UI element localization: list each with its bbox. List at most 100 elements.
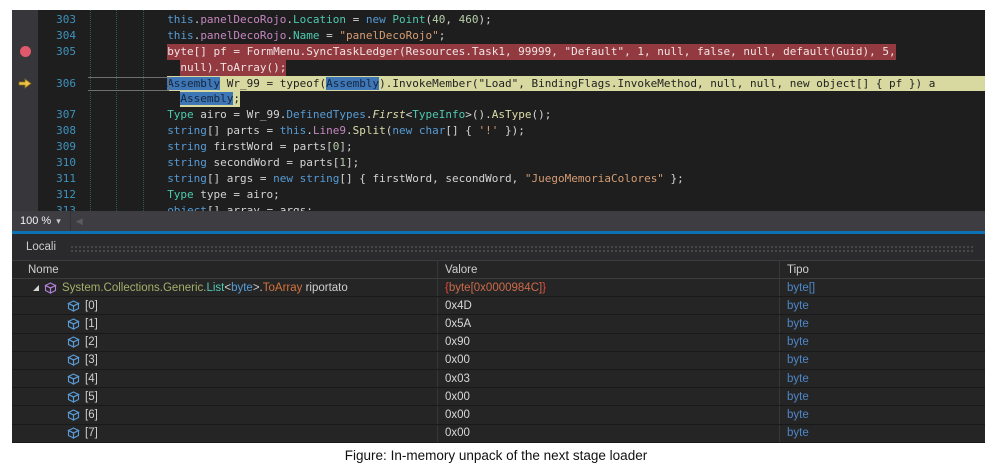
name-cell[interactable]: [5] [12,388,438,405]
horizontal-scrollbar[interactable]: ◀ [70,211,985,231]
code-editor[interactable]: 303this.panelDecoRojo.Location = new Poi… [12,10,985,211]
editor-zoom-bar: 100 % ▾ ◀ [12,211,985,234]
line-number: 309 [38,139,88,155]
cube-blue-icon [67,318,85,330]
line-number [38,60,88,76]
locals-titlebar[interactable]: Locali [12,234,985,260]
code-line-311[interactable]: 311string[] args = new string[] { firstW… [12,171,985,187]
gutter-space [12,139,38,155]
code-line-306[interactable]: 306Assembly Wr_99 = typeof(Assembly).Inv… [12,76,985,92]
value-cell[interactable]: 0x00 [438,425,780,442]
value-cell[interactable]: 0x00 [438,388,780,405]
arrow-icon[interactable] [12,76,38,92]
locals-row-0[interactable]: System.Collections.Generic.List<byte>.To… [12,279,985,297]
scroll-left-icon[interactable]: ◀ [71,216,83,227]
code-line-303[interactable]: 303this.panelDecoRojo.Location = new Poi… [12,12,985,28]
code-line-312[interactable]: 312Type type = airo; [12,187,985,203]
value-cell[interactable]: 0x00 [438,352,780,369]
code-line-304[interactable]: 304this.panelDecoRojo.Name = "panelDecoR… [12,28,985,44]
line-number: 313 [38,203,88,211]
type-cell: byte [780,334,985,351]
line-number: 307 [38,107,88,123]
value-cell[interactable]: 0x03 [438,370,780,387]
column-header-nome[interactable]: Nome [12,261,438,278]
zoom-level-select[interactable]: 100 % ▾ [12,211,70,231]
type-cell: byte [780,425,985,442]
locals-row-4[interactable]: [3]0x00byte [12,352,985,370]
locals-table-header: Nome Valore Tipo [12,260,985,279]
zoom-level-value: 100 % [20,215,51,227]
expander-icon[interactable] [28,283,44,293]
gutter-space [12,155,38,171]
name-cell[interactable]: [4] [12,370,438,387]
statement-outline-box [88,77,169,91]
code-line-308[interactable]: 308string[] parts = this.Line9.Split(new… [12,123,985,139]
value-cell[interactable]: 0x00 [438,406,780,423]
code-line-313[interactable]: 313object[] array = args; [12,203,985,211]
type-cell: byte [780,297,985,314]
name-cell[interactable]: [7] [12,425,438,442]
line-number: 304 [38,28,88,44]
type-cell: byte [780,388,985,405]
cube-blue-icon [67,427,85,439]
code-line-307[interactable]: 307Type airo = Wr_99.DefinedTypes.First<… [12,107,985,123]
type-cell: byte [780,406,985,423]
locals-row-5[interactable]: [4]0x03byte [12,370,985,388]
gutter-space [12,107,38,123]
locals-row-6[interactable]: [5]0x00byte [12,388,985,406]
name-cell[interactable]: [2] [12,334,438,351]
line-number: 312 [38,187,88,203]
cube-blue-icon [67,354,85,366]
titlebar-drag-dots [70,245,975,253]
code-line-wrap[interactable]: null).ToArray(); [12,60,985,76]
name-cell[interactable]: [3] [12,352,438,369]
value-cell[interactable]: 0x4D [438,297,780,314]
line-number: 303 [38,12,88,28]
value-cell[interactable]: {byte[0x0000984C]} [438,279,780,296]
type-cell: byte[] [780,279,985,296]
code-line-wrap[interactable]: Assembly; [12,91,985,107]
name-cell[interactable]: System.Collections.Generic.List<byte>.To… [12,279,438,296]
value-cell[interactable]: 0x5A [438,315,780,332]
locals-title-label: Locali [26,241,56,253]
gutter-space [12,28,38,44]
cube-blue-icon [67,391,85,403]
breakpoint-icon[interactable] [12,44,38,60]
name-cell[interactable]: [1] [12,315,438,332]
locals-row-1[interactable]: [0]0x4Dbyte [12,297,985,315]
gutter-space [12,12,38,28]
name-cell[interactable]: [6] [12,406,438,423]
cube-purple-icon [44,282,62,294]
gutter-space [12,60,38,76]
gutter-space [12,203,38,211]
type-cell: byte [780,370,985,387]
gutter-space [12,123,38,139]
cube-blue-icon [67,409,85,421]
locals-row-8[interactable]: [7]0x00byte [12,425,985,443]
code-lines: 303this.panelDecoRojo.Location = new Poi… [12,10,985,211]
locals-rows: System.Collections.Generic.List<byte>.To… [12,279,985,443]
locals-row-2[interactable]: [1]0x5Abyte [12,315,985,333]
line-number: 311 [38,171,88,187]
code-line-305[interactable]: 305byte[] pf = FormMenu.SyncTaskLedger(R… [12,44,985,60]
column-header-tipo[interactable]: Tipo [780,261,985,278]
line-number [38,91,88,107]
chevron-down-icon[interactable]: ▾ [51,216,66,227]
code-line-309[interactable]: 309string firstWord = parts[0]; [12,139,985,155]
line-number: 306 [38,76,88,92]
line-number: 310 [38,155,88,171]
figure-caption: Figure: In-memory unpack of the next sta… [0,448,992,463]
type-cell: byte [780,315,985,332]
value-cell[interactable]: 0x90 [438,334,780,351]
column-header-valore[interactable]: Valore [438,261,780,278]
gutter-space [12,91,38,107]
locals-row-3[interactable]: [2]0x90byte [12,334,985,352]
type-cell: byte [780,352,985,369]
code-line-310[interactable]: 310string secondWord = parts[1]; [12,155,985,171]
name-cell[interactable]: [0] [12,297,438,314]
gutter-space [12,171,38,187]
vs-debugger-screenshot: 303this.panelDecoRojo.Location = new Poi… [12,10,985,443]
locals-row-7[interactable]: [6]0x00byte [12,406,985,424]
line-number: 305 [38,44,88,60]
cube-blue-icon [67,300,85,312]
